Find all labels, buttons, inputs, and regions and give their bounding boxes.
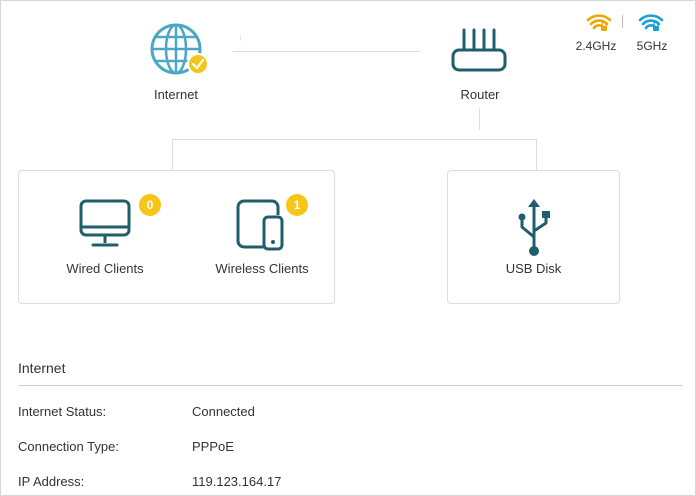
internet-label: Internet (153, 87, 199, 102)
router-node[interactable] (450, 26, 508, 76)
connection-type-value: PPPoE (192, 439, 234, 454)
internet-node[interactable] (145, 20, 213, 78)
monitor-icon (79, 199, 131, 247)
wifi-icon (586, 14, 612, 31)
internet-section-title: Internet (18, 360, 66, 376)
usb-disk-label: USB Disk (505, 261, 562, 276)
wired-clients-badge: 0 (139, 194, 161, 216)
wireless-clients-badge: 1 (286, 194, 308, 216)
branch-right (536, 139, 537, 170)
globe-icon (150, 23, 209, 75)
check-icon (187, 53, 209, 75)
internet-router-link (233, 51, 421, 52)
branch-left (172, 139, 173, 170)
router-down-link (479, 108, 480, 130)
section-divider (18, 385, 683, 386)
band-separator (622, 15, 623, 28)
usb-icon (518, 199, 550, 256)
wifi-24-label: 2.4GHz (575, 39, 617, 53)
router-label: Router (460, 87, 500, 102)
usb-card[interactable]: USB Disk (447, 170, 620, 304)
wifi-icon (638, 14, 664, 31)
router-icon (451, 28, 507, 72)
tablet-phone-icon (236, 199, 284, 251)
link-marker (240, 35, 241, 41)
ip-address-key: IP Address: (18, 474, 85, 489)
ip-address-value: 119.123.164.17 (192, 474, 282, 489)
wired-clients-label: Wired Clients (66, 261, 144, 276)
internet-status-value: Connected (192, 404, 255, 419)
branch-horizontal (172, 139, 537, 140)
connection-type-key: Connection Type: (18, 439, 119, 454)
wifi-5-label: 5GHz (636, 39, 668, 53)
internet-status-key: Internet Status: (18, 404, 107, 419)
wireless-clients-label: Wireless Clients (215, 261, 309, 276)
